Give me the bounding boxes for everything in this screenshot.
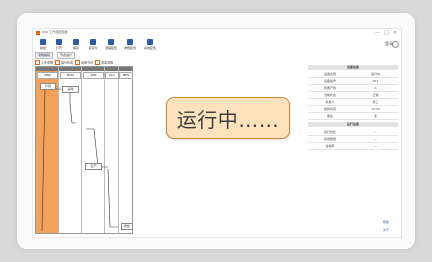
toolbar-new-button[interactable]: 新建 [36, 39, 50, 51]
panel-row-key: 设备名称 [323, 72, 336, 76]
panel-row: 设备编号 001 [308, 78, 398, 85]
new-file-icon [40, 39, 46, 45]
panel-row: 运行时长 — [308, 129, 398, 136]
panel-row-value: 张三 [372, 100, 379, 104]
panel-row: 当前状态 正常 [308, 92, 398, 99]
panel-row-value: 12:00 [371, 107, 380, 111]
param-config-icon [127, 39, 133, 45]
legend-item[interactable]: 调度流程 [95, 60, 113, 65]
title-bar: UCK 工作流配置器 — □ ✕ [33, 29, 401, 38]
panel-row-value: 正常 [372, 93, 379, 97]
panel-row-key: 负责人 [325, 100, 335, 104]
tab-node-design[interactable]: 节点设计 [57, 52, 76, 59]
toolbar-system-config-button[interactable]: 系统配置 [143, 39, 157, 51]
user-avatar-icon[interactable] [392, 41, 399, 48]
panel-row-key: 当前状态 [323, 93, 336, 97]
flow-node[interactable]: 生产 [85, 163, 102, 170]
panel-row-key: 设备编号 [323, 79, 336, 83]
panel-row: 所属产线 A [308, 85, 398, 92]
app-logo-icon [36, 31, 40, 35]
panel-row: 完成数量 — [308, 136, 398, 143]
legend-item[interactable]: 运行状态 [55, 60, 73, 65]
panel-row-value: 001 [372, 79, 379, 83]
panel-row: 负责人 张三 [308, 99, 398, 106]
flow-node[interactable]: 质检 [121, 223, 133, 230]
tab-flow-edit[interactable]: 流程编辑 [35, 52, 54, 59]
panel-row-value: 运行中 [370, 72, 380, 76]
flow-config-icon [108, 39, 114, 45]
save-as-icon [90, 39, 96, 45]
panel-section-header: 运行信息 [308, 122, 398, 127]
toolbar-label: 参数配置 [123, 46, 136, 50]
maximize-button[interactable]: □ [384, 29, 389, 37]
panel-section-header: 设备信息 [308, 65, 398, 70]
toolbar-label: 打开 [55, 46, 62, 50]
toolbar-open-button[interactable]: 打开 [52, 39, 66, 51]
panel-row-key: 备注 [326, 114, 333, 118]
panel-row-value: — [374, 130, 377, 134]
panel-row-key: 完成数量 [323, 137, 336, 141]
window-title: UCK 工作流配置器 [42, 30, 68, 34]
panel-row-key: 所属产线 [323, 86, 336, 90]
legend-item[interactable]: 设备节点 [75, 60, 93, 65]
about-link[interactable]: 关于 [383, 228, 389, 232]
open-folder-icon [56, 39, 62, 45]
toolbar-save-button[interactable]: 保存 [69, 39, 83, 51]
properties-panel: 设备信息 设备名称 运行中 设备编号 001 所属产线 A 当前状态 正常 负责… [308, 65, 398, 175]
panel-row-value: 无 [373, 114, 377, 118]
panel-row-key: 更新时间 [323, 107, 336, 111]
running-status-text: 运行中…… [176, 107, 280, 132]
running-status-overlay: 运行中…… [166, 97, 290, 139]
panel-row: 更新时间 12:00 [308, 106, 398, 113]
panel-row: 备注 无 [308, 113, 398, 120]
help-link[interactable]: 帮助 [383, 220, 389, 224]
toolbar-save-as-button[interactable]: 另存为 [86, 39, 100, 51]
toolbar-label: 另存为 [88, 46, 98, 50]
legend-item[interactable]: 工序流程 [35, 60, 53, 65]
system-config-icon [147, 39, 153, 45]
panel-row: 设备名称 运行中 [308, 71, 398, 78]
toolbar: 新建 打开 保存 另存为 流程配置 参数配置 系统配置 登录 [33, 38, 401, 51]
flow-connector-lines [41, 88, 118, 232]
close-button[interactable]: ✕ [393, 29, 397, 37]
minimize-button[interactable]: — [375, 29, 380, 37]
toolbar-label: 保存 [72, 46, 79, 50]
panel-row-key: 运行时长 [323, 130, 336, 134]
save-icon [73, 39, 79, 45]
panel-row-value: A [374, 86, 377, 90]
toolbar-param-config-button[interactable]: 参数配置 [123, 39, 137, 51]
panel-row-value: — [374, 137, 377, 141]
toolbar-flow-config-button[interactable]: 流程配置 [104, 39, 118, 51]
flow-node[interactable]: 采购 [62, 86, 79, 93]
panel-row-key: 合格率 [325, 144, 335, 148]
toolbar-label: 系统配置 [143, 46, 156, 50]
panel-row: 合格率 — [308, 143, 398, 150]
flow-node[interactable]: 计划 [40, 83, 56, 90]
flow-grid: MRP BOM WIP PLC MES 计划 采购 生产 质检 入库 开始 [35, 66, 133, 234]
panel-row-value: — [374, 144, 377, 148]
toolbar-label: 流程配置 [104, 46, 117, 50]
